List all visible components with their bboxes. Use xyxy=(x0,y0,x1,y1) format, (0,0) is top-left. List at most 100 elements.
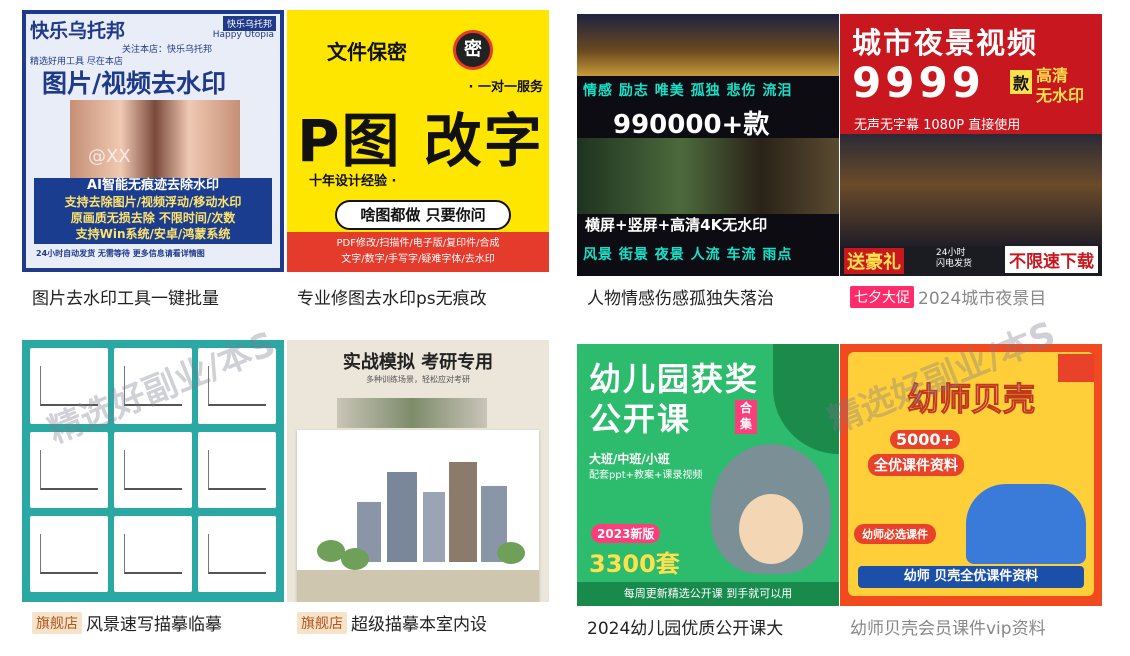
product-card[interactable]: 文件保密 密 · 一对一服务 P图 改字 十年设计经验 · 啥图都做 只要你问 … xyxy=(287,10,549,320)
thumb-title: 城市夜景视频 xyxy=(852,26,1039,60)
scenery-image xyxy=(577,138,839,214)
product-title-text: 幼师贝壳会员课件vip资料 xyxy=(850,619,1046,639)
sketch-tile xyxy=(114,432,192,508)
sketch-tile xyxy=(30,516,108,592)
leaf-decoration xyxy=(773,344,839,454)
thumb-header: 快乐乌托邦 xyxy=(30,20,126,42)
product-title[interactable]: 2024幼儿园优质公开课大 xyxy=(587,614,839,640)
product-card[interactable]: 幼师贝壳 5000+ 全优课件资料 幼师必选课件 幼师 贝壳全优课件资料 幼师贝… xyxy=(840,344,1102,646)
feature-line: AI智能无痕迹去除水印 xyxy=(87,178,219,193)
all-courses-text: 全优课件资料 xyxy=(868,454,964,476)
product-title-text: 专业修图去水印ps无痕改 xyxy=(297,289,487,309)
product-card[interactable]: 旗舰店 风景速写描摹临摹 xyxy=(22,340,284,646)
course-count: 3300套 xyxy=(589,550,680,578)
class-levels: 大班/中班/小班 xyxy=(589,452,670,466)
mood-tags: 情感 励志 唯美 孤独 悲伤 流泪 xyxy=(583,83,793,99)
promo-tag: 七夕大促 xyxy=(850,286,914,308)
shipping-text: 24小时 闪电发货 xyxy=(936,248,972,270)
sketch-tile xyxy=(198,432,276,508)
feature-line: 支持Win系统/安卓/鸿蒙系统 xyxy=(75,227,231,241)
thumb-title: 幼师贝壳 xyxy=(906,380,1035,419)
feature-line: 原画质无损去除 不限时间/次数 xyxy=(70,211,236,225)
building-sketch xyxy=(449,462,477,562)
tree-sketch xyxy=(341,548,369,570)
scene-tags: 风景 街景 夜景 人流 车流 雨点 xyxy=(583,247,793,263)
product-card[interactable]: 城市夜景视频 9999 款 高清 无水印 无声无字幕 1080P 直接使用 送豪… xyxy=(840,14,1102,320)
product-card[interactable]: 快乐乌托邦 快乐乌托邦 Happy Utopia 关注本店：快乐乌托邦 精选好用… xyxy=(22,10,284,320)
unlimited-badge: 不限速下载 xyxy=(1005,246,1098,273)
product-title[interactable]: 旗舰店 风景速写描摹临摹 xyxy=(32,610,284,636)
gift-badge: 送豪礼 xyxy=(844,248,904,274)
product-title-text: 超级描摹本室内设 xyxy=(351,615,487,635)
quality-text: 高清 无水印 xyxy=(1036,66,1084,106)
product-title[interactable]: 幼师贝壳会员课件vip资料 xyxy=(850,614,1102,640)
thumb-title: 实战模拟 考研专用 xyxy=(342,352,494,373)
product-thumbnail[interactable]: 城市夜景视频 9999 款 高清 无水印 无声无字幕 1080P 直接使用 送豪… xyxy=(840,14,1102,276)
sketch-tile xyxy=(114,516,192,592)
tree-sketch xyxy=(497,542,525,564)
video-count: 9999 xyxy=(852,58,985,107)
building-sketch xyxy=(387,472,417,562)
product-thumbnail[interactable]: 文件保密 密 · 一对一服务 P图 改字 十年设计经验 · 啥图都做 只要你问 … xyxy=(287,10,549,272)
sketch-tile xyxy=(198,516,276,592)
video-count: 990000+款 xyxy=(613,110,770,140)
brand-badge: 快乐乌托邦 xyxy=(222,16,276,31)
update-bar: 每周更新精选公开课 到手就可以用 xyxy=(577,582,839,606)
product-title[interactable]: 七夕大促 2024城市夜景目 xyxy=(850,284,1102,310)
product-title[interactable]: 专业修图去水印ps无痕改 xyxy=(297,284,549,310)
brand-en: Happy Utopia xyxy=(212,30,274,40)
night-street-image xyxy=(840,134,1102,246)
version-badge: 2023新版 xyxy=(591,524,661,543)
product-title-text: 人物情感伤感孤独失落治 xyxy=(587,289,774,309)
thumb-title: 文件保密 xyxy=(327,40,407,64)
small-sketch xyxy=(337,398,487,428)
shipping-line: 闪电发货 xyxy=(936,259,973,269)
slogan-pill: 啥图都做 只要你问 xyxy=(335,200,511,230)
service-band: PDF修改/扫描件/电子版/复印件/合成 文字/数字/手写字/疑难字体/去水印 xyxy=(287,232,549,272)
sketch-tile xyxy=(30,432,108,508)
sketch-tile xyxy=(114,348,192,424)
sketch-sheet xyxy=(297,430,539,602)
product-thumbnail[interactable]: 实战模拟 考研专用 多种训练场景，轻松应对考研 xyxy=(287,340,549,602)
monkey-illustration xyxy=(739,494,803,564)
course-count: 5000+ xyxy=(890,430,960,449)
product-title[interactable]: 人物情感伤感孤独失落治 xyxy=(587,284,839,310)
product-thumbnail[interactable]: 情感 励志 唯美 孤独 悲伤 流泪 990000+款 横屏+竖屏+高清4K无水印… xyxy=(577,14,839,276)
product-thumbnail[interactable]: 幼儿园获奖 公开课 合集 大班/中班/小班 配套ppt+教案+课录视频 2023… xyxy=(577,344,839,606)
product-thumbnail[interactable]: 幼师贝壳 5000+ 全优课件资料 幼师必选课件 幼师 贝壳全优课件资料 xyxy=(840,344,1102,606)
ground-sketch xyxy=(297,570,539,602)
city-night-image xyxy=(577,14,839,76)
thumb-headline: 图片/视频去水印 xyxy=(42,69,227,98)
must-have-badge: 幼师必选课件 xyxy=(854,524,936,544)
flagship-tag: 旗舰店 xyxy=(32,612,82,634)
sketch-tile xyxy=(30,348,108,424)
experience-text: 十年设计经验 · xyxy=(309,174,397,189)
thumb-subtitle: 多种训练场景，轻松应对考研 xyxy=(366,375,470,384)
no-watermark-text: 无水印 xyxy=(1036,86,1085,105)
shipping-line: 24小时 xyxy=(936,248,966,258)
collection-badge: 合集 xyxy=(735,400,757,434)
product-card[interactable]: 实战模拟 考研专用 多种训练场景，轻松应对考研 旗舰店 超级描摹本室内设 xyxy=(287,340,549,646)
product-thumbnail[interactable] xyxy=(22,340,284,602)
product-title-text: 风景速写描摹临摹 xyxy=(86,615,222,635)
thumb-title: 公开课 xyxy=(589,400,692,438)
product-title-text: 2024幼儿园优质公开课大 xyxy=(587,619,784,639)
sketch-tile xyxy=(198,348,276,424)
product-title[interactable]: 图片去水印工具一键批量 xyxy=(32,284,284,310)
product-thumbnail[interactable]: 快乐乌托邦 快乐乌托邦 Happy Utopia 关注本店：快乐乌托邦 精选好用… xyxy=(22,10,284,272)
thumb-footer: 24小时自动发货 无需等待 更多信息请看详情图 xyxy=(36,249,205,258)
hd-text: 高清 xyxy=(1036,66,1069,85)
product-card[interactable]: 幼儿园获奖 公开课 合集 大班/中班/小班 配套ppt+教案+课录视频 2023… xyxy=(577,344,839,646)
spec-text: 横屏+竖屏+高清4K无水印 xyxy=(585,216,768,234)
product-title[interactable]: 旗舰店 超级描摹本室内设 xyxy=(297,610,549,636)
flagship-tag: 旗舰店 xyxy=(297,612,347,634)
sample-photo: @XX xyxy=(70,100,240,178)
product-title-text: 2024城市夜景目 xyxy=(918,289,1047,309)
shop-line: 关注本店：快乐乌托邦 xyxy=(122,45,213,55)
band-line: PDF修改/扫描件/电子版/复印件/合成 xyxy=(336,238,500,249)
service-text: · 一对一服务 xyxy=(468,80,543,95)
building-sketch xyxy=(423,492,445,562)
thumb-hero: P图 改字 xyxy=(297,107,544,175)
secret-seal-icon: 密 xyxy=(453,30,493,70)
product-card[interactable]: 情感 励志 唯美 孤独 悲伤 流泪 990000+款 横屏+竖屏+高清4K无水印… xyxy=(577,14,839,320)
